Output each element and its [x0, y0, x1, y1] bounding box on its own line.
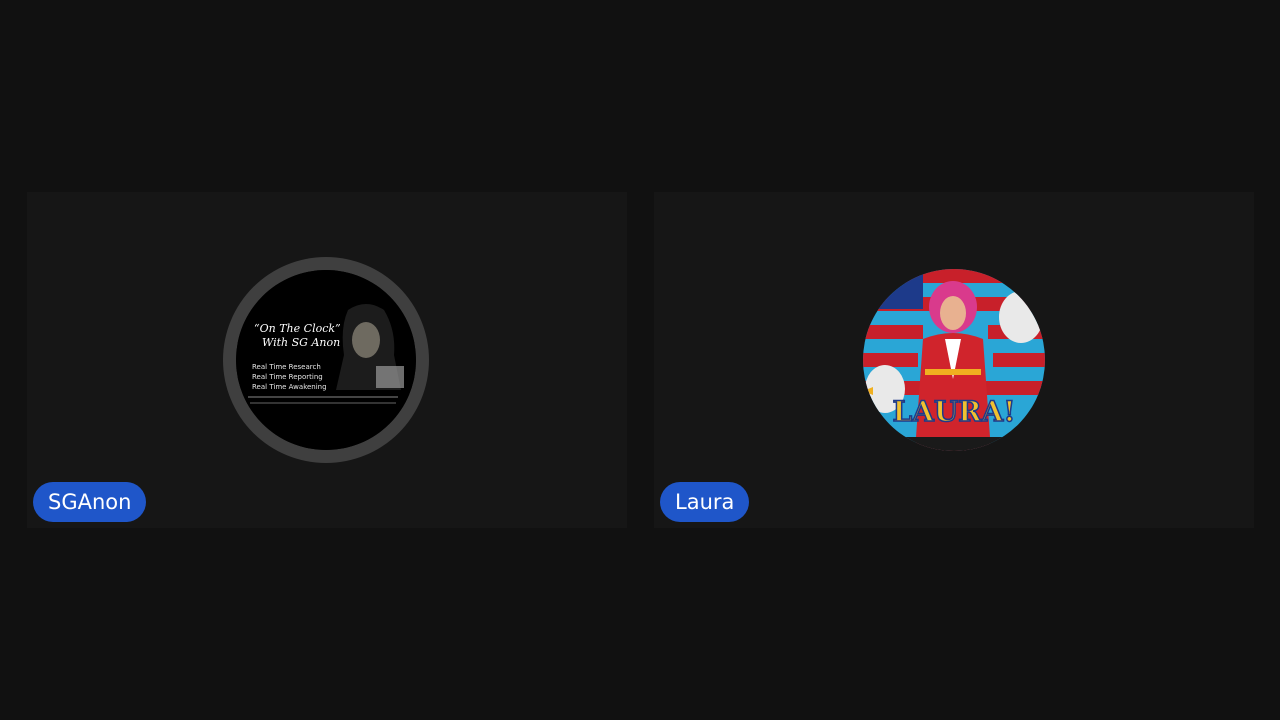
sganon-avatar-art: “On The Clock” With SG Anon Real Time Re…	[236, 270, 416, 450]
video-call-grid: “On The Clock” With SG Anon Real Time Re…	[0, 0, 1280, 720]
laura-avatar-image: LAURA!	[863, 269, 1045, 451]
participant-tile-laura[interactable]: LAURA! Laura	[654, 192, 1254, 528]
avatar-title-line2: With SG Anon	[262, 336, 340, 349]
avatar-title-line1: “On The Clock”	[254, 322, 341, 335]
avatar-banner-text: LAURA!	[892, 395, 1015, 428]
avatar-bullet-1: Real Time Research	[252, 363, 321, 371]
laura-avatar-art: LAURA!	[863, 269, 1045, 451]
participant-name-label: Laura	[660, 482, 750, 522]
avatar-bullet-3: Real Time Awakening	[252, 383, 327, 391]
participant-name-label: SGAnon	[33, 482, 147, 522]
sganon-avatar-image: “On The Clock” With SG Anon Real Time Re…	[236, 270, 416, 450]
avatar-ring: “On The Clock” With SG Anon Real Time Re…	[223, 257, 429, 463]
avatar-bullet-2: Real Time Reporting	[252, 373, 323, 381]
participant-tile-sganon[interactable]: “On The Clock” With SG Anon Real Time Re…	[27, 192, 627, 528]
